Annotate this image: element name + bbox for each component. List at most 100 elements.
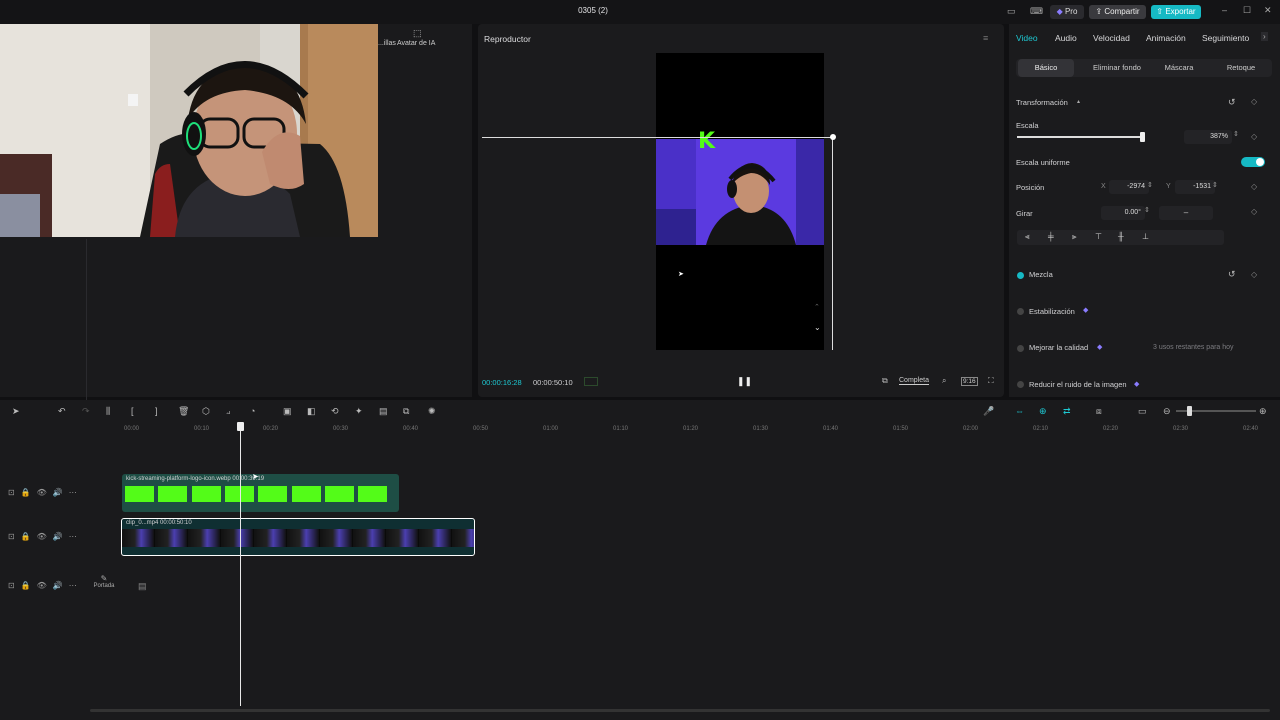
transform-heading[interactable]: Transformación [1016, 98, 1068, 107]
rotate-icon[interactable]: ⟲ [331, 406, 339, 417]
stepper-icon[interactable]: ⇕ [1147, 181, 1153, 189]
keyboard-icon[interactable]: ⌨ [1030, 6, 1043, 17]
freeze-icon[interactable]: ▣ [283, 406, 292, 417]
speed-icon[interactable]: ◔ [250, 406, 255, 416]
replace-icon[interactable]: ⧉ [403, 406, 409, 417]
blend-checkbox[interactable] [1017, 272, 1024, 279]
stabilize-checkbox[interactable] [1017, 308, 1024, 315]
track-header-overlay[interactable]: ⊡🔒👁🔊⋯ [8, 488, 92, 500]
align-left-icon[interactable]: ⫷ [1025, 232, 1030, 242]
select-tool-icon[interactable]: ➤ [12, 406, 20, 417]
cover-button[interactable]: ✎ Portada [91, 574, 117, 596]
tab-speed[interactable]: Velocidad [1093, 33, 1130, 43]
scale-input[interactable]: 387% [1184, 130, 1232, 144]
close-icon[interactable]: ✕ [1264, 5, 1272, 16]
layout-icon[interactable]: ▭ [1007, 6, 1016, 17]
minimize-icon[interactable]: – [1222, 5, 1227, 15]
pause-icon[interactable]: ❚❚ [737, 376, 752, 387]
fit-icon[interactable]: ▤ [379, 406, 388, 417]
align-center-v-icon[interactable]: ╫ [1118, 232, 1124, 241]
transform-handle[interactable] [830, 134, 836, 140]
reset-icon[interactable]: ↺ [1228, 269, 1236, 280]
enhance-checkbox[interactable] [1017, 345, 1024, 352]
tab-animation[interactable]: Animación [1146, 33, 1186, 43]
keyframe-icon[interactable]: ◇ [1251, 270, 1257, 279]
uniform-scale-toggle[interactable] [1241, 157, 1265, 167]
chevron-down-icon[interactable]: ⌄ [814, 323, 821, 332]
snap-icon[interactable]: ⇄ [1063, 406, 1071, 417]
chevron-up-icon[interactable]: ⌃ [814, 303, 820, 311]
zoom-icon[interactable]: ⌕ [942, 376, 946, 386]
crop-icon[interactable]: ⟓ [226, 406, 230, 417]
pos-x-input[interactable]: -2974 [1109, 180, 1149, 194]
denoise-checkbox[interactable] [1017, 381, 1024, 388]
playhead[interactable] [240, 426, 241, 706]
tab-audio[interactable]: Audio [1055, 33, 1077, 43]
tab-ai-avatar[interactable]: Avatar de IA [397, 40, 435, 47]
share-button[interactable]: ⇪ Compartir [1089, 5, 1146, 19]
align-bottom-icon[interactable]: ⊥ [1142, 232, 1149, 241]
subtitle-icon[interactable]: ▭ [1138, 406, 1147, 417]
blend-label[interactable]: Mezcla [1029, 270, 1053, 279]
stabilize-label[interactable]: Estabilización [1029, 307, 1075, 316]
preview-axis-icon[interactable]: ⧈ [1096, 406, 1102, 417]
ratio-button[interactable]: 9:16 [961, 377, 978, 386]
timeline-scrollbar[interactable] [90, 709, 1270, 712]
subtab-mask[interactable]: Máscara [1156, 59, 1202, 77]
fit-select[interactable]: Completa [899, 377, 929, 385]
redo-icon[interactable]: ↷ [82, 406, 90, 417]
track-header-main[interactable]: ⊡🔒👁🔊⋯ [8, 532, 92, 544]
keyframe-icon[interactable]: ◇ [1251, 97, 1257, 106]
transform-box-right-edge[interactable] [832, 137, 833, 350]
track-header-audio[interactable]: ⊡🔒👁🔊⋯ [8, 581, 92, 593]
denoise-label[interactable]: Reducir el ruido de la imagen [1029, 380, 1127, 389]
stepper-icon[interactable]: ⇕ [1212, 181, 1218, 189]
reset-icon[interactable]: ↺ [1228, 97, 1236, 108]
align-top-icon[interactable]: ⊤ [1095, 232, 1102, 241]
enhance-label[interactable]: Mejorar la calidad [1029, 343, 1088, 352]
stepper-icon[interactable]: ⇕ [1233, 130, 1239, 138]
maximize-icon[interactable]: ☐ [1243, 5, 1251, 16]
split-icon[interactable]: ⫼ [106, 406, 110, 417]
export-button[interactable]: ⇧ Exportar [1151, 5, 1201, 19]
align-right-icon[interactable]: ⫸ [1072, 232, 1077, 242]
mirror-icon[interactable]: ◧ [307, 406, 316, 417]
align-center-h-icon[interactable]: ╪ [1048, 232, 1054, 241]
zoom-in-icon[interactable]: ⊕ [1259, 406, 1267, 417]
tab-video[interactable]: Video [1016, 33, 1038, 43]
marker-icon[interactable]: ⬡ [202, 406, 210, 417]
subtab-basic[interactable]: Básico [1018, 59, 1074, 77]
zoom-out-icon[interactable]: ⊖ [1163, 406, 1171, 417]
magic-icon[interactable]: ✦ [355, 406, 363, 417]
tab-tracking[interactable]: Seguimiento [1202, 33, 1249, 43]
preview-canvas[interactable]: K ⌃ ⌄ [656, 53, 824, 350]
menu-icon[interactable]: ≡ [983, 33, 988, 43]
pro-button[interactable]: ◆ Pro [1050, 5, 1084, 19]
delete-icon[interactable]: 🗑 [178, 406, 189, 417]
keyframe-icon[interactable]: ◇ [1251, 132, 1257, 141]
clip-kick-logo[interactable]: kick-streaming-platform-logo-icon.webp 0… [122, 474, 399, 512]
chevron-right-icon[interactable]: › [1261, 32, 1268, 41]
kick-logo-icon[interactable]: K [698, 131, 716, 153]
tab-partial[interactable]: ...illas [378, 40, 396, 47]
subtab-retouch[interactable]: Retoque [1214, 59, 1268, 77]
microphone-icon[interactable]: 🎤 [983, 406, 994, 417]
magnet-icon[interactable]: ⊕ [1039, 406, 1047, 417]
trim-left-icon[interactable]: [ [131, 406, 134, 416]
subtab-remove-bg[interactable]: Eliminar fondo [1082, 59, 1152, 77]
scale-slider[interactable] [1017, 136, 1145, 138]
transform-box-top-edge[interactable] [482, 137, 834, 138]
clip-main-video[interactable]: clip_0...mp4 00:00:50:10 [121, 518, 475, 556]
stepper-icon[interactable]: ⇕ [1144, 206, 1150, 214]
playhead-handle[interactable] [237, 422, 244, 431]
fullscreen-icon[interactable]: ⛶ [988, 376, 994, 386]
crop-icon[interactable]: ⧉ [882, 376, 888, 386]
rotate-minus-button[interactable]: – [1159, 206, 1213, 220]
zoom-slider-knob[interactable] [1187, 406, 1192, 416]
keyframe-icon[interactable]: ◇ [1251, 207, 1257, 216]
trim-right-icon[interactable]: ] [155, 406, 158, 416]
link-icon[interactable]: ⇔ [1015, 406, 1024, 416]
pos-y-input[interactable]: -1531 [1175, 180, 1215, 194]
rotate-input[interactable]: 0.00° [1101, 206, 1145, 220]
scale-slider-knob[interactable] [1140, 132, 1145, 142]
